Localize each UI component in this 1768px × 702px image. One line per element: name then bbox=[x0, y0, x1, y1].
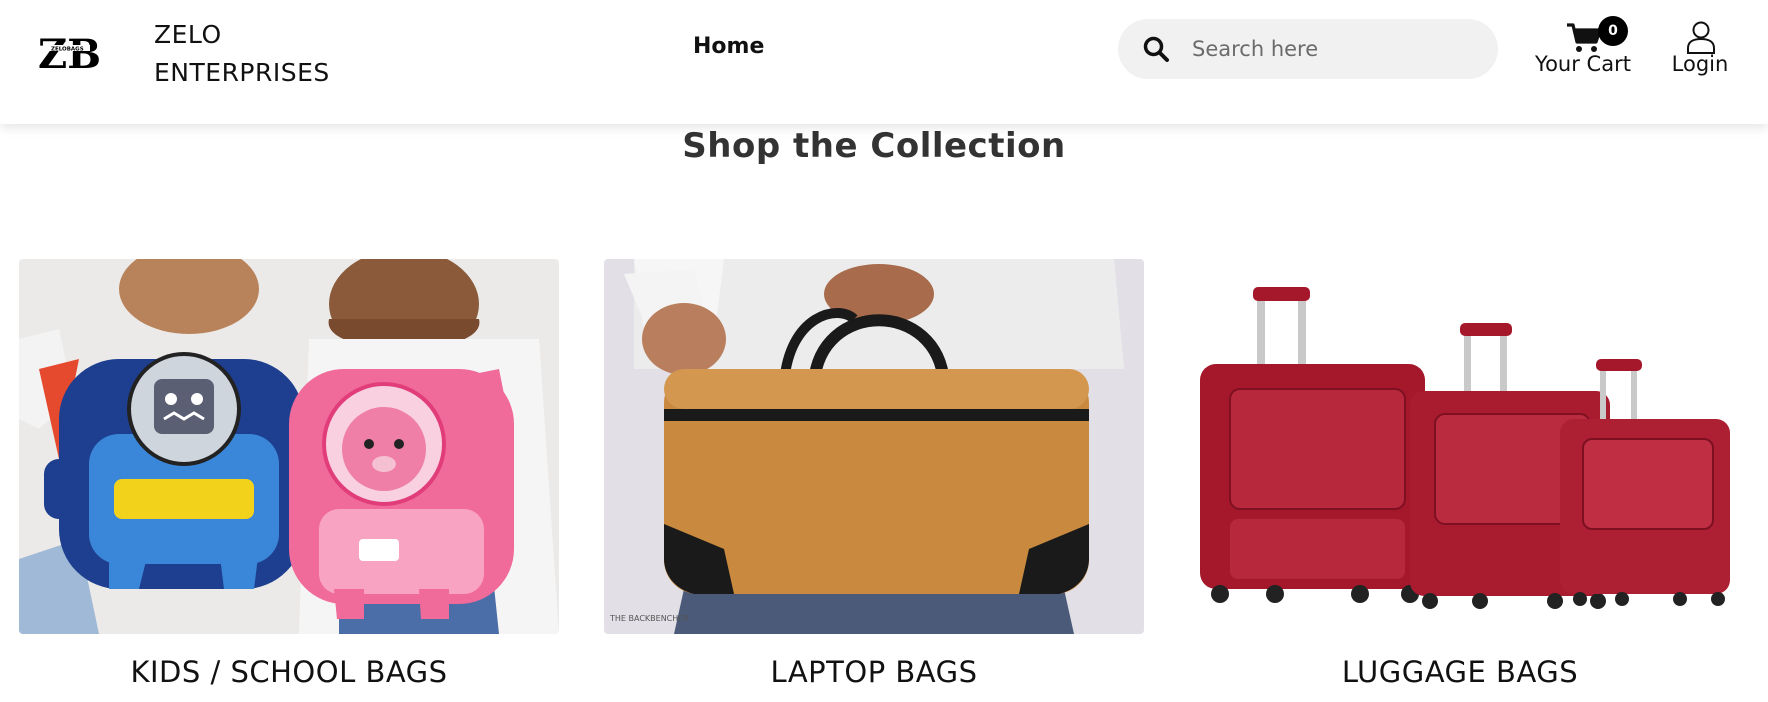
kids-backpacks-image bbox=[19, 259, 559, 634]
svg-text:THE BACKBENCHER: THE BACKBENCHER bbox=[609, 614, 689, 623]
search-bar bbox=[1118, 19, 1498, 79]
login-button[interactable]: Login bbox=[1662, 16, 1738, 86]
site-header: ZB ZELOBAGS ZELO ENTERPRISES Home 0 Your… bbox=[0, 0, 1768, 124]
cart-label: Your Cart bbox=[1535, 52, 1631, 76]
collection-label-laptop-bags[interactable]: LAPTOP BAGS bbox=[604, 655, 1144, 689]
user-icon bbox=[1687, 21, 1715, 54]
shopping-cart-icon bbox=[1567, 23, 1602, 52]
collection-label-kids-bags[interactable]: KIDS / SCHOOL BAGS bbox=[19, 655, 559, 689]
search-input[interactable] bbox=[1192, 29, 1482, 69]
collection-card-laptop-bags[interactable]: THE BACKBENCHER LAPTOP BAGS bbox=[604, 259, 1144, 689]
brand-logo[interactable]: ZB ZELOBAGS bbox=[38, 30, 100, 72]
cart-button[interactable]: 0 Your Cart bbox=[1528, 16, 1638, 86]
svg-text:ZELOBAGS: ZELOBAGS bbox=[51, 47, 84, 53]
laptop-bag-image: THE BACKBENCHER bbox=[604, 259, 1144, 634]
collection-card-luggage-bags[interactable]: LUGGAGE BAGS bbox=[1190, 259, 1730, 689]
brand-name[interactable]: ZELO ENTERPRISES bbox=[154, 16, 330, 92]
login-label: Login bbox=[1671, 52, 1729, 76]
collection-label-luggage-bags[interactable]: LUGGAGE BAGS bbox=[1190, 655, 1730, 689]
search-icon[interactable] bbox=[1142, 35, 1170, 63]
luggage-set-image bbox=[1190, 259, 1730, 634]
brand-name-line1: ZELO bbox=[154, 20, 222, 49]
section-title: Shop the Collection bbox=[682, 126, 1066, 166]
brand-name-line2: ENTERPRISES bbox=[154, 58, 330, 87]
nav-home-link[interactable]: Home bbox=[693, 34, 764, 59]
collection-card-kids-bags[interactable]: KIDS / SCHOOL BAGS bbox=[19, 259, 559, 689]
cart-count-badge: 0 bbox=[1598, 16, 1628, 46]
